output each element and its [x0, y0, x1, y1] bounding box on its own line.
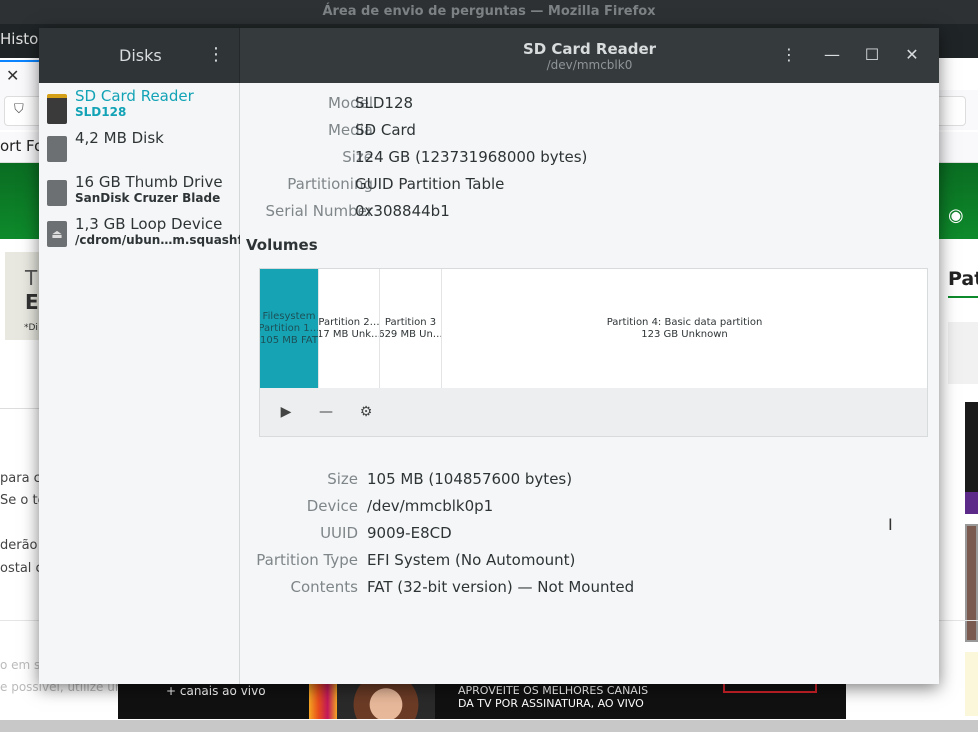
drive-item-thumb-drive[interactable]: 16 GB Thumb Drive SanDisk Cruzer Blade: [39, 173, 239, 217]
volume-line: 629 MB Un…: [380, 328, 442, 340]
drive-item-loop-device[interactable]: ⏏ 1,3 GB Loop Device /cdrom/ubun…m.squas…: [39, 215, 250, 259]
side-ad-image[interactable]: [965, 524, 978, 642]
drive-menu-icon[interactable]: ⋮: [777, 44, 801, 66]
text-cursor-icon: I: [888, 515, 893, 534]
volume-property-value: /dev/mmcblk0p1: [367, 497, 494, 515]
property-label: Model: [327, 94, 373, 112]
drive-name: 4,2 MB Disk: [75, 129, 164, 147]
card-text: *Di: [24, 323, 38, 333]
volume-label: Partition 2… 17 MB Unk…: [319, 316, 380, 341]
volumes-heading: Volumes: [246, 236, 318, 254]
optical-disk-icon: ⏏: [47, 221, 67, 247]
firefox-title-bar: Área de envio de perguntas — Mozilla Fir…: [0, 0, 978, 24]
banner-decoration: [309, 683, 337, 719]
volume-property-label: Device: [306, 497, 358, 515]
divider: [0, 408, 40, 409]
property-label: Size: [342, 148, 373, 166]
hard-disk-icon: [47, 180, 67, 206]
shield-icon[interactable]: ⛉: [14, 102, 24, 117]
property-value: SD Card: [355, 121, 416, 139]
banner-photo: [337, 683, 435, 719]
card-text: T: [25, 266, 38, 290]
minimize-icon[interactable]: —: [820, 44, 844, 66]
drive-details: Model SLD128 Media SD Card Size 124 GB (…: [240, 83, 939, 684]
drive-name: 1,3 GB Loop Device: [75, 215, 223, 233]
volume-property-label: Contents: [290, 578, 358, 596]
volume-segment-1[interactable]: Filesystem Partition 1… 105 MB FAT: [260, 269, 319, 388]
tab-close-icon[interactable]: ✕: [6, 66, 19, 85]
delete-partition-icon[interactable]: —: [314, 400, 338, 424]
banner-text: + canais ao vivo: [166, 684, 266, 698]
volume-toolbar: ▶ — ⚙: [259, 388, 928, 437]
settings-gear-icon[interactable]: ⚙: [354, 400, 378, 424]
card-text: E: [25, 290, 39, 314]
side-widget: [948, 322, 978, 384]
body-text: para c: [0, 471, 41, 486]
drive-name: 16 GB Thumb Drive: [75, 173, 223, 191]
volume-line: 17 MB Unk…: [319, 328, 380, 340]
volume-line: Partition 4: Basic data partition: [606, 316, 763, 328]
volume-property-label: Partition Type: [256, 551, 358, 569]
property-label: Partitioning: [287, 175, 373, 193]
volume-property-value: 105 MB (104857600 bytes): [367, 470, 573, 488]
rss-icon[interactable]: ◉: [948, 205, 964, 226]
volume-label: Partition 3 629 MB Un…: [380, 316, 442, 341]
volume-property-label: UUID: [320, 524, 358, 542]
banner-text: APROVEITE OS MELHORES CANAIS DA TV POR AS…: [458, 684, 648, 710]
volume-map: Filesystem Partition 1… 105 MB FAT Partiti…: [259, 268, 928, 389]
volume-line: Partition 2…: [319, 316, 380, 328]
property-value: 0x308844b1: [355, 202, 450, 220]
footer-text: o em s: [0, 658, 41, 672]
drive-model: SanDisk Cruzer Blade: [75, 191, 221, 205]
maximize-icon[interactable]: ☐: [860, 44, 884, 66]
volume-property-value: FAT (32-bit version) — Not Mounted: [367, 578, 635, 596]
sd-card-icon: [47, 94, 67, 124]
property-value: SLD128: [355, 94, 414, 112]
sidebar-title: Disks: [119, 46, 162, 65]
drive-item-4mb-disk[interactable]: 4,2 MB Disk: [39, 129, 239, 173]
volume-line: Filesystem: [262, 310, 316, 322]
side-widget: [965, 652, 978, 716]
side-divider: [948, 296, 978, 298]
disks-window: Disks ⋮ SD Card Reader /dev/mmcblk0 ⋮ — …: [39, 28, 939, 684]
app-menu-icon[interactable]: ⋮: [207, 44, 225, 65]
volume-line: Partition 3: [384, 316, 437, 328]
drive-model: SLD128: [75, 105, 127, 119]
banner-line: DA TV POR ASSINATURA, AO VIVO: [458, 697, 644, 710]
drive-model: /cdrom/ubun…m.squashfs: [75, 233, 250, 247]
sidebar-header: Disks ⋮: [39, 28, 240, 83]
volume-label: Partition 4: Basic data partition 123 GB …: [607, 317, 763, 341]
volume-label: Filesystem Partition 1… 105 MB FAT: [260, 310, 319, 347]
banner-line: APROVEITE OS MELHORES CANAIS: [458, 684, 649, 697]
mount-play-icon[interactable]: ▶: [274, 400, 298, 424]
banner-decoration: [723, 683, 817, 693]
main-header: SD Card Reader /dev/mmcblk0 ⋮ — ☐ ✕: [240, 28, 939, 83]
side-ad-image[interactable]: [965, 402, 978, 514]
history-menu[interactable]: Histor: [0, 30, 45, 48]
volume-line: Partition 1…: [260, 322, 319, 334]
drive-name: SD Card Reader: [75, 87, 194, 105]
volume-property-label: Size: [327, 470, 358, 488]
firefox-tab[interactable]: ✕: [0, 60, 40, 92]
volume-segment-3[interactable]: Partition 3 629 MB Un…: [380, 269, 442, 388]
volume-segment-2[interactable]: Partition 2… 17 MB Unk…: [319, 269, 380, 388]
body-text: derão: [0, 538, 38, 553]
status-bar: [0, 720, 978, 732]
volume-line: 105 MB FAT: [260, 334, 318, 346]
property-value: GUID Partition Table: [355, 175, 505, 193]
volume-line: 123 GB Unknown: [641, 328, 728, 340]
property-value: 124 GB (123731968000 bytes): [355, 148, 588, 166]
side-heading: Pat: [948, 268, 978, 290]
property-label: Media: [327, 121, 373, 139]
hard-disk-icon: [47, 136, 67, 162]
close-icon[interactable]: ✕: [900, 44, 924, 66]
volume-segment-4[interactable]: Partition 4: Basic data partition 123 GB …: [442, 269, 927, 388]
volume-property-value: 9009-E8CD: [367, 524, 452, 542]
property-label: Serial Number: [265, 202, 373, 220]
drive-list: SD Card Reader SLD128 4,2 MB Disk 16 GB …: [39, 83, 250, 684]
volume-property-value: EFI System (No Automount): [367, 551, 576, 569]
drive-item-sd-card-reader[interactable]: SD Card Reader SLD128: [39, 87, 239, 131]
